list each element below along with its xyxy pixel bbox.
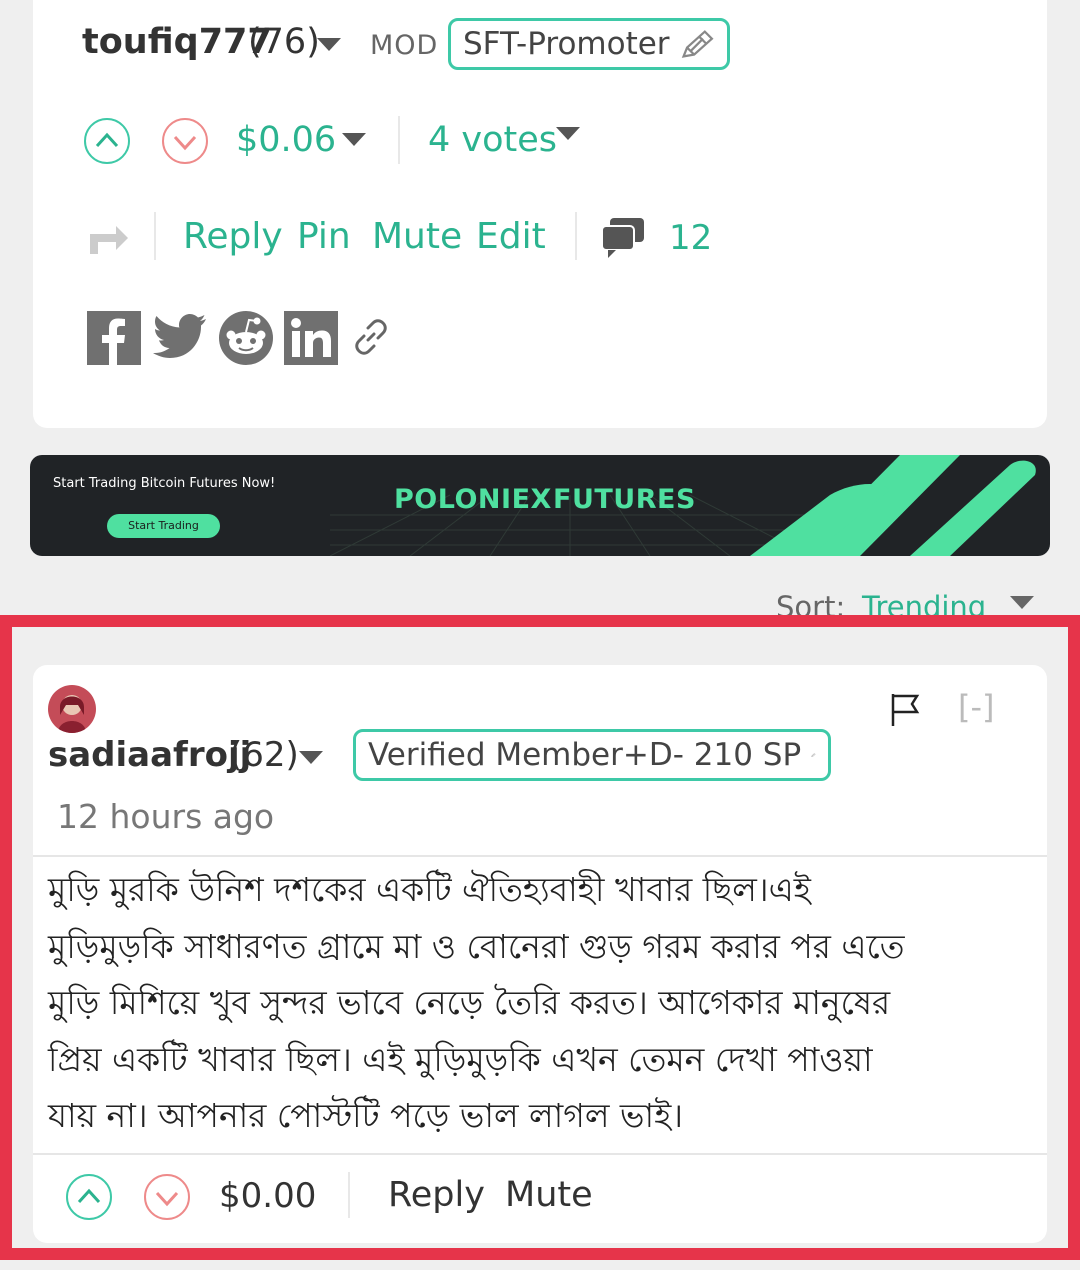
divider <box>154 212 156 260</box>
pencil-icon[interactable] <box>811 737 816 773</box>
chevron-up-icon <box>95 132 119 148</box>
divider <box>33 855 1047 857</box>
ad-tagline: Start Trading Bitcoin Futures Now! <box>53 476 276 491</box>
author-reputation: (76) <box>248 22 320 62</box>
facebook-icon[interactable] <box>87 311 141 365</box>
votes-caret-icon[interactable] <box>556 127 580 140</box>
link-icon[interactable] <box>354 316 388 358</box>
reply-link[interactable]: Reply <box>183 216 283 257</box>
comments-icon[interactable] <box>600 216 646 260</box>
community-badge: Verified Member+D- 210 SP <box>353 729 831 781</box>
divider <box>575 212 577 260</box>
ad-start-trading-button[interactable]: Start Trading <box>107 514 220 538</box>
comment-line: যায় না। আপনার পোস্টটি পড়ে ভাল লাগল ভাই… <box>48 1096 684 1135</box>
pencil-icon[interactable] <box>680 26 715 62</box>
comment-line: মুড়ি মিশিয়ে খুব সুন্দর ভাবে নেড়ে তৈরি… <box>48 983 891 1022</box>
mute-link[interactable]: Mute <box>372 216 462 257</box>
upvote-button[interactable] <box>84 118 130 164</box>
reply-count[interactable]: 12 <box>669 218 712 258</box>
comment-timestamp[interactable]: 12 hours ago <box>57 797 274 836</box>
author-menu-caret-icon[interactable] <box>317 38 341 51</box>
ad-brand: POLONIEX <box>394 484 552 515</box>
mute-link[interactable]: Mute <box>505 1175 593 1215</box>
flag-icon[interactable] <box>889 692 923 728</box>
badge-label: SFT-Promoter <box>463 26 670 62</box>
votes-count[interactable]: 4 votes <box>428 120 557 160</box>
pin-link[interactable]: Pin <box>297 216 351 257</box>
linkedin-icon[interactable] <box>284 311 338 365</box>
comment-line: প্রিয় একটি খাবার ছিল। এই মুড়িমুড়কি এখ… <box>48 1039 873 1079</box>
comment-line: মুড়িমুড়কি সাধারণত গ্রামে মা ও বোনেরা গ… <box>48 926 905 966</box>
community-badge: SFT-Promoter <box>448 18 730 70</box>
payout-value[interactable]: $0.00 <box>219 1176 316 1216</box>
divider <box>33 1153 1047 1155</box>
divider <box>348 1172 350 1218</box>
avatar[interactable] <box>48 685 96 733</box>
comment-author[interactable]: sadiaafrojj <box>48 735 251 775</box>
mod-label: MOD <box>370 30 439 61</box>
sort-caret-icon[interactable] <box>1010 596 1034 609</box>
collapse-toggle[interactable]: [-] <box>958 688 995 726</box>
reddit-icon[interactable] <box>219 311 273 365</box>
payout-caret-icon[interactable] <box>342 133 366 146</box>
payout-value[interactable]: $0.06 <box>236 120 336 160</box>
author-menu-caret-icon[interactable] <box>299 751 323 764</box>
chevron-down-icon <box>155 1191 179 1207</box>
comment-line: মুড়ি মুরকি উনিশ দশকের একটি ঐতিহ্যবাহী খ… <box>48 870 811 909</box>
badge-label: Verified Member+D- 210 SP <box>368 737 802 773</box>
reblog-icon[interactable] <box>86 222 130 258</box>
chevron-down-icon <box>173 135 197 151</box>
comment-body: মুড়ি মুরকি উনিশ দশকের একটি ঐতিহ্যবাহী খ… <box>48 862 1038 1145</box>
upvote-button[interactable] <box>66 1174 112 1220</box>
comment-author[interactable]: toufiq777 <box>82 22 272 62</box>
ad-brand-suffix: FUTURES <box>553 484 696 515</box>
chevron-up-icon <box>77 1188 101 1204</box>
divider <box>398 116 400 164</box>
downvote-button[interactable] <box>162 118 208 164</box>
ad-banner[interactable]: Start Trading Bitcoin Futures Now! Start… <box>30 455 1050 556</box>
author-reputation: (62) <box>229 735 299 775</box>
twitter-icon[interactable] <box>153 314 207 360</box>
downvote-button[interactable] <box>144 1174 190 1220</box>
edit-link[interactable]: Edit <box>476 216 546 257</box>
reply-link[interactable]: Reply <box>388 1175 485 1215</box>
